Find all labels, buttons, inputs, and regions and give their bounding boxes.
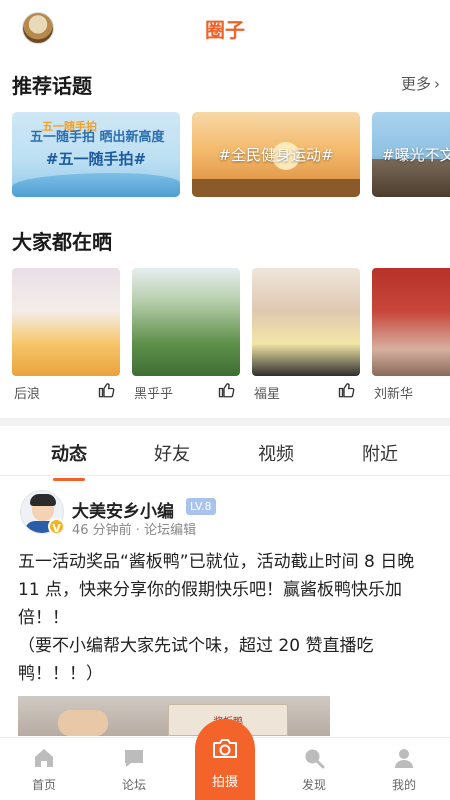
camera-icon: [213, 739, 237, 758]
tabbar-home[interactable]: 首页: [14, 738, 74, 800]
search-icon: [305, 749, 325, 769]
home-icon: [35, 749, 53, 767]
thumbs-up-icon[interactable]: [98, 381, 116, 399]
tab-friends[interactable]: 好友: [142, 440, 202, 466]
post-meta: 46 分钟前 · 论坛编辑: [72, 523, 197, 538]
photo-username: 刘新华: [374, 387, 414, 402]
photo-card[interactable]: 福星: [252, 268, 360, 404]
page-title: 圈子: [205, 18, 245, 42]
level-badge: LV.8: [186, 498, 216, 515]
topic-card[interactable]: #曝光不文: [372, 112, 450, 197]
tabbar-profile[interactable]: 我的: [374, 738, 434, 800]
user-icon: [395, 749, 413, 768]
photo-username: 福星: [254, 387, 281, 402]
tab-dynamic[interactable]: 动态: [39, 440, 99, 481]
top-bar: 圈子: [0, 0, 450, 56]
capture-button[interactable]: 拍摄: [195, 719, 255, 800]
photos-carousel[interactable]: 后浪 黑乎乎 福星 刘新华: [12, 268, 450, 408]
photos-section-title: 大家都在晒: [12, 230, 112, 254]
tabbar-discover[interactable]: 发现: [284, 738, 344, 800]
section-divider: [0, 418, 450, 426]
image-hand: [58, 710, 108, 736]
tabbar-label: 论坛: [121, 778, 146, 792]
tabbar-label: 发现: [301, 778, 326, 792]
photo-thumbnail[interactable]: [132, 268, 240, 376]
more-topics-link[interactable]: 更多 ›: [401, 73, 440, 94]
topic-card[interactable]: 五一随手拍 五一随手拍 晒出新高度 #五一随手拍#: [12, 112, 180, 197]
topics-section-title: 推荐话题: [12, 74, 92, 98]
photo-card[interactable]: 后浪: [12, 268, 120, 404]
photo-username: 后浪: [14, 387, 41, 402]
post-text-paragraph: 五一活动奖品“酱板鸭”已就位，活动截止时间 8 日晚 11 点，快来分享你的假期…: [18, 552, 415, 628]
more-label: 更多: [400, 75, 431, 93]
topic-decoration: [12, 173, 180, 197]
post-text-paragraph: （要不小编帮大家先试个味，超过 20 赞直播吃鸭！！！）: [18, 636, 374, 684]
topic-label: #五一随手拍#: [45, 150, 147, 168]
tabbar-label: 首页: [31, 778, 56, 792]
thumbs-up-icon[interactable]: [338, 381, 356, 399]
capture-label: 拍摄: [211, 775, 238, 790]
chat-icon: [125, 750, 143, 767]
topic-label: #曝光不文: [382, 146, 450, 164]
post-image[interactable]: 酱板鸭: [18, 696, 330, 736]
tabbar-label: 我的: [391, 778, 416, 792]
photo-card[interactable]: 刘新华: [372, 268, 450, 404]
ground-decoration: [192, 179, 360, 197]
avatar-hair: [30, 494, 56, 506]
photo-username: 黑乎乎: [134, 387, 174, 402]
verified-icon: V: [48, 518, 65, 535]
thumbs-up-icon[interactable]: [218, 381, 236, 399]
tab-videos[interactable]: 视频: [246, 440, 306, 466]
topics-carousel[interactable]: 五一随手拍 五一随手拍 晒出新高度 #五一随手拍# #全民健身运动# #曝光不文: [12, 112, 450, 198]
topic-subtitle: 五一随手拍 晒出新高度: [30, 130, 165, 145]
tab-nearby[interactable]: 附近: [350, 440, 410, 466]
topic-label: #全民健身运动#: [218, 146, 334, 164]
feed-tabs: 动态 好友 视频 附近: [0, 426, 450, 481]
photo-thumbnail[interactable]: [12, 268, 120, 376]
chevron-right-icon: ›: [434, 75, 440, 93]
photo-thumbnail[interactable]: [372, 268, 450, 376]
post-body[interactable]: 五一活动奖品“酱板鸭”已就位，活动截止时间 8 日晚 11 点，快来分享你的假期…: [18, 548, 434, 688]
photo-thumbnail[interactable]: [252, 268, 360, 376]
photo-card[interactable]: 黑乎乎: [132, 268, 240, 404]
tabbar-forum[interactable]: 论坛: [104, 738, 164, 800]
topic-card[interactable]: #全民健身运动#: [192, 112, 360, 197]
